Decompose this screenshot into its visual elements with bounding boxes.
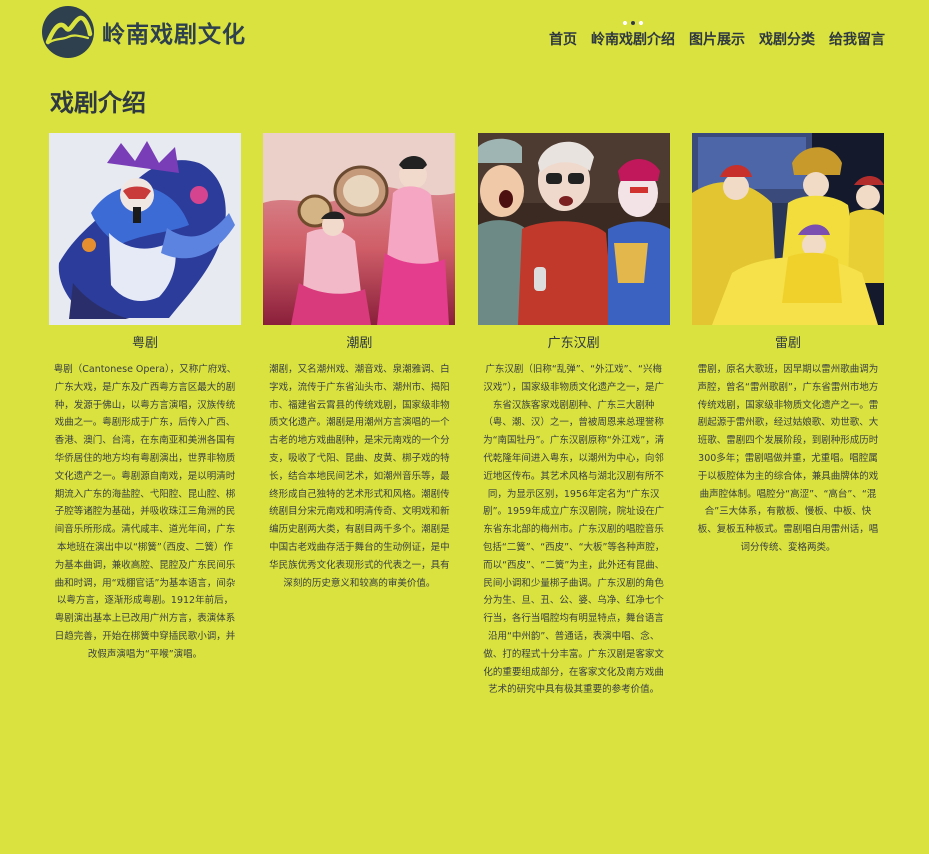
- page-title: 戏剧介绍: [50, 89, 146, 117]
- cantonese-opera-photo[interactable]: [49, 133, 241, 325]
- nav-item-intro[interactable]: 岭南戏剧介绍: [591, 21, 675, 49]
- teochew-opera-photo[interactable]: [263, 133, 456, 325]
- card-description: 粤剧（Cantonese Opera），又称广府戏、广东大戏，是广东及广西粤方言…: [53, 364, 237, 660]
- main-nav: 首页 岭南戏剧介绍 图片展示 戏剧分类 给我留言: [549, 21, 885, 49]
- opera-card-han: 广东汉剧 广东汉剧（旧称“乱弹”、“外江戏”、“兴梅汉戏”），国家级非物质文化遗…: [477, 133, 670, 699]
- han-opera-photo[interactable]: [477, 133, 670, 325]
- nav-item-gallery[interactable]: 图片展示: [689, 29, 745, 49]
- opera-card-cantonese: 粤剧 粤剧（Cantonese Opera），又称广府戏、广东大戏，是广东及广西…: [49, 133, 241, 699]
- nav-item-home[interactable]: 首页: [549, 29, 577, 49]
- site-header: 岭南戏剧文化 首页 岭南戏剧介绍 图片展示 戏剧分类 给我留言: [0, 0, 929, 70]
- card-title: 粤剧: [131, 336, 158, 351]
- site-name: 岭南戏剧文化: [102, 22, 246, 48]
- card-title: 广东汉剧: [547, 336, 600, 351]
- opera-card-leiju: 雷剧 雷剧，原名大歌班，因早期以雷州歌曲调为声腔，曾名“雷州歌剧”，广东省雷州市…: [691, 133, 884, 699]
- leiju-opera-photo[interactable]: [691, 133, 884, 325]
- opera-card-teochew: 潮剧 潮剧，又名潮州戏、潮音戏、泉潮雅调、白字戏，流传于广东省汕头市、潮州市、揭…: [263, 133, 456, 699]
- site-logo-link[interactable]: 岭南戏剧文化: [42, 6, 246, 58]
- opera-card-list: 粤剧 粤剧（Cantonese Opera），又称广府戏、广东大戏，是广东及广西…: [49, 133, 884, 699]
- nav-item-message[interactable]: 给我留言: [829, 29, 885, 49]
- card-title: 潮剧: [346, 336, 373, 351]
- card-description: 潮剧，又名潮州戏、潮音戏、泉潮雅调、白字戏，流传于广东省汕头市、潮州市、揭阳市、…: [269, 364, 450, 589]
- nav-item-categories[interactable]: 戏剧分类: [759, 29, 815, 49]
- mountain-wave-logo-icon: [42, 6, 94, 58]
- card-description: 广东汉剧（旧称“乱弹”、“外江戏”、“兴梅汉戏”），国家级非物质文化遗产之一，是…: [482, 364, 665, 696]
- card-description: 雷剧，原名大歌班，因早期以雷州歌曲调为声腔，曾名“雷州歌剧”，广东省雷州市地方传…: [697, 364, 879, 553]
- card-title: 雷剧: [774, 336, 801, 351]
